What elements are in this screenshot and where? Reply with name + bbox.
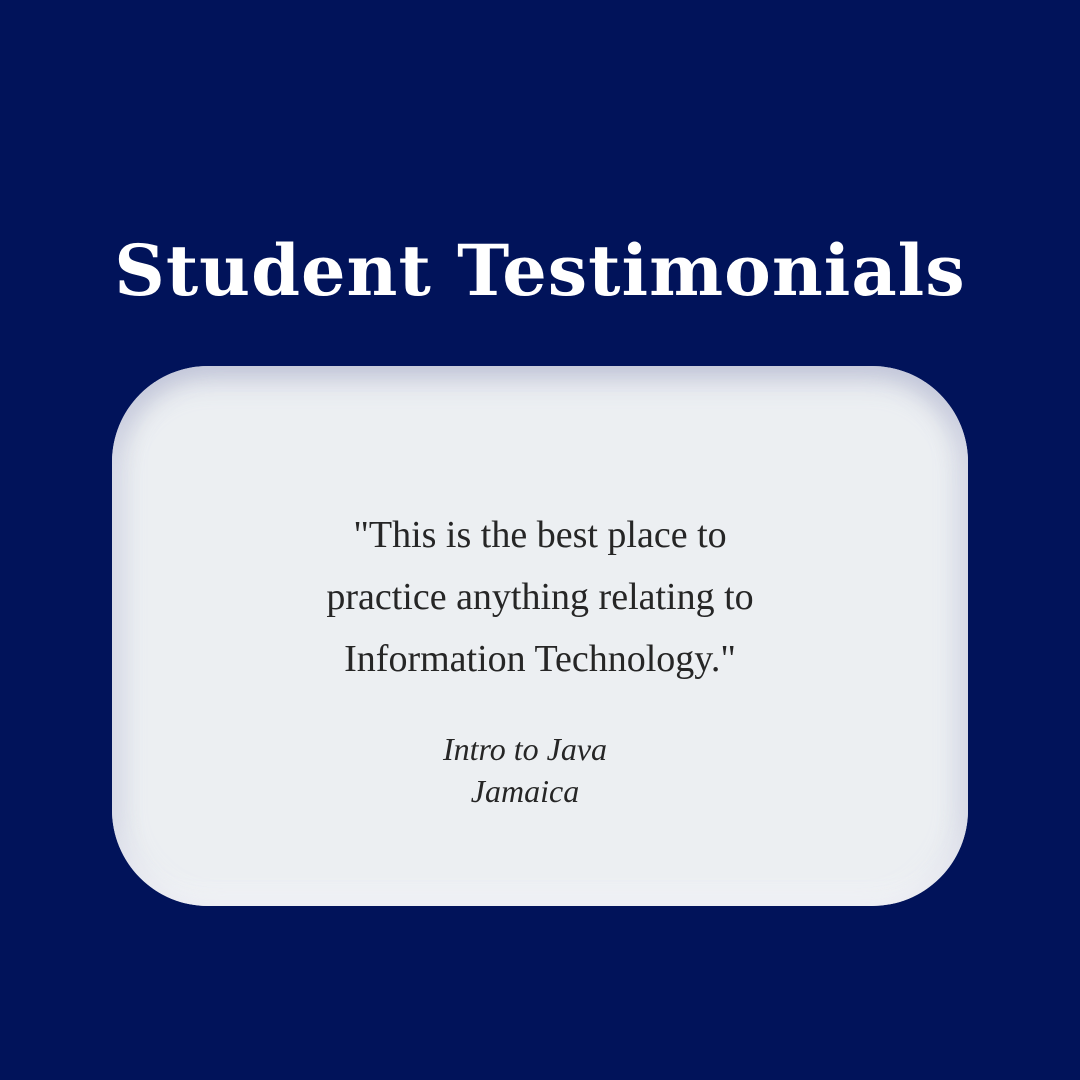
quote-line: Information Technology." (344, 638, 736, 680)
quote-line: "This is the best place to (353, 514, 727, 556)
testimonial-card: "This is the best place to practice anyt… (112, 366, 968, 906)
page-title: Student Testimonials (114, 228, 966, 312)
testimonial-course: Intro to Java (442, 731, 608, 767)
testimonial-location: Jamaica (470, 773, 580, 809)
testimonial-attribution: Intro to Java Jamaica (112, 728, 938, 812)
quote-line: practice anything relating to (326, 576, 754, 618)
testimonial-quote: "This is the best place to practice anyt… (112, 504, 968, 690)
